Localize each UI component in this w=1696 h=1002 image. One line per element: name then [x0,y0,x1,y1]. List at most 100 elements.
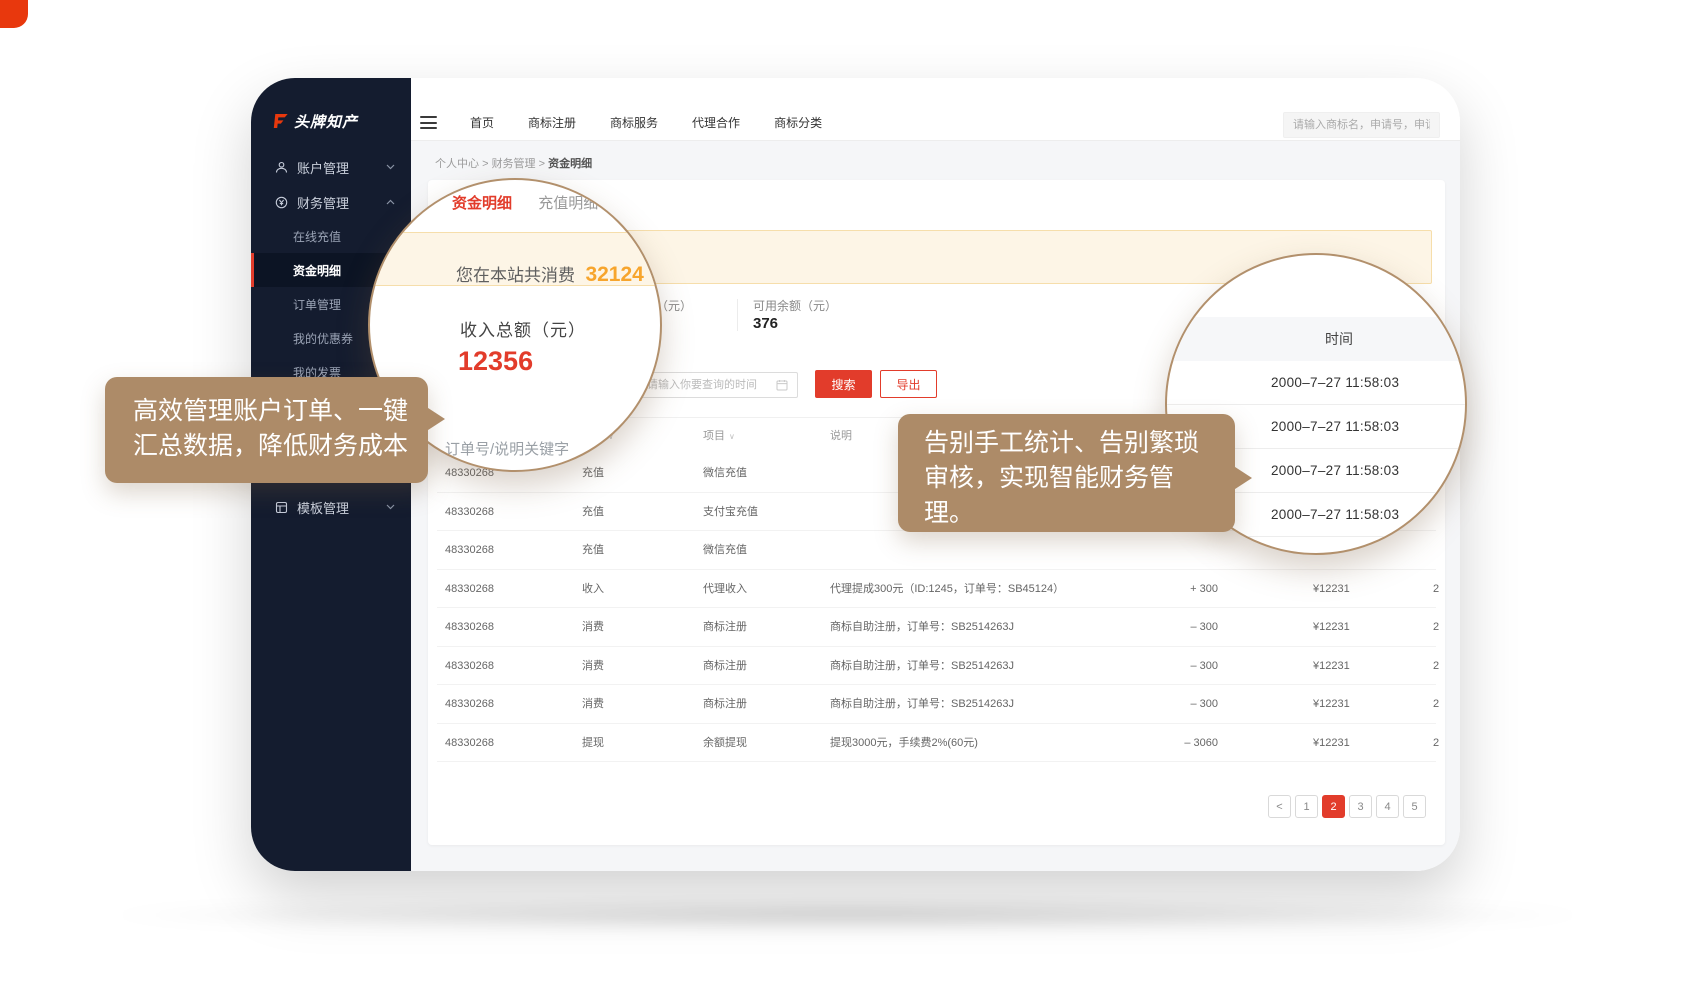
tooltip-right-line1: 告别手工统计、告别繁琐 [924,426,1235,461]
table-cell-desc: 商标自助注册，订单号：SB2514263J [830,608,1014,647]
magnified-time-row: 2000–7–27 11:58:03 [1167,361,1467,405]
trademark-search-input[interactable] [1283,112,1440,138]
pagination-page-2[interactable]: 2 [1322,795,1345,818]
table-cell-order: 48330268 [445,531,494,570]
date-query-input[interactable] [636,372,798,398]
table-cell-amount: – 300 [1097,647,1218,686]
nav-item[interactable]: 商标服务 [610,114,658,131]
table-cell-type: 提现 [582,724,604,763]
breadcrumb-separator: > [539,158,545,170]
income-total-value: 12356 [458,346,533,377]
stat-divider [737,299,738,331]
sort-caret-icon: ∨ [729,432,735,441]
table-cell-project: 微信充值 [703,531,747,570]
table-cell-amount: – 3060 [1097,724,1218,763]
table-cell-money: ¥12231 [1313,685,1350,724]
pagination-page-5[interactable]: 5 [1403,795,1426,818]
tooltip-right-line3: 理。 [924,496,1235,531]
top-nav-items: 首页 商标注册 商标服务 代理合作 商标分类 [470,108,822,136]
table-cell-order: 48330268 [445,647,494,686]
nav-item[interactable]: 商标注册 [528,114,576,131]
tooltip-right-arrow [1232,465,1252,491]
sidebar-item-label: 我的优惠券 [293,330,353,347]
table-cell-desc: 提现3000元，手续费2%(60元) [830,724,978,763]
time-column-header: 时间 [1325,331,1353,347]
table-cell-type: 充值 [582,493,604,532]
pagination-page-3[interactable]: 3 [1349,795,1372,818]
tooltip-left-line2: 汇总数据，降低财务成本 [133,429,428,464]
sidebar-item-account[interactable]: 账户管理 [251,150,411,184]
table-cell-project: 代理收入 [703,570,747,609]
magnified-tabs: 资金明细 充值明细 [452,192,598,213]
tooltip-left-arrow [425,406,445,432]
sidebar-item-templates[interactable]: 模板管理 [251,490,411,524]
tab-fund-detail[interactable]: 资金明细 [452,195,512,212]
table-cell-time: 2 [1433,724,1446,763]
balance-label: 可用余额（元） [753,297,837,314]
table-cell-amount: + 300 [1097,570,1218,609]
table-cell-type: 消费 [582,685,604,724]
pagination-prev-button[interactable]: < [1268,795,1291,818]
table-cell-amount: – 300 [1097,608,1218,647]
breadcrumb-home[interactable]: 个人中心 [435,158,479,170]
nav-item[interactable]: 首页 [470,114,494,131]
time-column-header-band: 时间 [1167,317,1467,361]
search-button[interactable]: 搜索 [815,370,872,398]
tab-recharge-detail[interactable]: 充值明细 [538,195,598,212]
table-row: 48330268 收入 代理收入 代理提成300元（ID:1245，订单号：SB451… [437,570,1436,609]
table-cell-time: 2 [1433,685,1446,724]
active-indicator [251,253,254,287]
calendar-icon[interactable] [776,379,788,391]
table-cell-order: 48330268 [445,724,494,763]
table-row: 48330268消费商标注册商标自助注册，订单号：SB2514263J– 300… [437,647,1436,686]
breadcrumb-separator: > [482,158,488,170]
table-cell-project: 商标注册 [703,608,747,647]
tooltip-right-line2: 审核，实现智能财务管 [924,461,1235,496]
screenshot-root: 头牌知产 账户管理 财务管理 在线充值 资金明细 订单管理 我的优惠券 我的发票 [0,0,1696,1002]
balance-value: 376 [753,315,778,332]
table-cell-project: 商标注册 [703,647,747,686]
export-button[interactable]: 导出 [880,370,937,398]
sidebar-item-label: 账户管理 [297,158,349,177]
breadcrumb-finance[interactable]: 财务管理 [492,158,536,170]
nav-item[interactable]: 代理合作 [692,114,740,131]
brand-logo[interactable]: 头牌知产 [270,108,358,134]
table-cell-time: 2 [1433,647,1446,686]
table-cell-project: 余额提现 [703,724,747,763]
table-header-project[interactable]: 项目∨ [703,418,735,455]
table-cell-type: 消费 [582,647,604,686]
table-cell-type: 收入 [582,570,604,609]
table-cell-time: 2 [1433,570,1446,609]
breadcrumb-current: 资金明细 [548,158,592,170]
table-cell-type: 充值 [582,454,604,493]
table-cell-order: 48330268 [445,685,494,724]
pagination: <12345 [1268,795,1426,818]
pagination-page-1[interactable]: 1 [1295,795,1318,818]
table-cell-time: 2 [1433,608,1446,647]
hamburger-menu-icon[interactable] [420,116,437,129]
table-cell-desc: 代理提成300元（ID:1245，订单号：SB45124） [830,570,1064,609]
tooltip-left-line1: 高效管理账户订单、一键 [133,394,428,429]
magnified-time-row-partial: 00–7–27 11 [1167,537,1467,555]
finance-icon [275,196,288,209]
table-cell-order: 48330268 [445,570,494,609]
template-icon [275,501,288,514]
table-cell-project: 商标注册 [703,685,747,724]
sidebar-item-label: 订单管理 [293,296,341,313]
nav-item[interactable]: 商标分类 [774,114,822,131]
magnified-banner: 您在本站共消费 32124 元 820 元 [368,232,662,286]
table-cell-money: ¥12231 [1313,647,1350,686]
pagination-page-4[interactable]: 4 [1376,795,1399,818]
corner-brand-chip [0,0,28,28]
table-cell-amount: – 300 [1097,685,1218,724]
table-cell-order: 48330268 [445,608,494,647]
table-row: 48330268消费商标注册商标自助注册，订单号：SB2514263J– 300… [437,685,1436,724]
breadcrumb[interactable]: 个人中心 > 财务管理 > 资金明细 [435,155,592,171]
banner-clipped-char: 元 [648,233,660,285]
sidebar-item-finance[interactable]: 财务管理 [251,185,411,219]
banner-amount: 32124 [585,263,643,286]
chevron-down-icon [386,504,395,510]
table-cell-project: 微信充值 [703,454,747,493]
banner-prefix: 您在本站共消费 [456,266,575,285]
table-cell-type: 消费 [582,608,604,647]
